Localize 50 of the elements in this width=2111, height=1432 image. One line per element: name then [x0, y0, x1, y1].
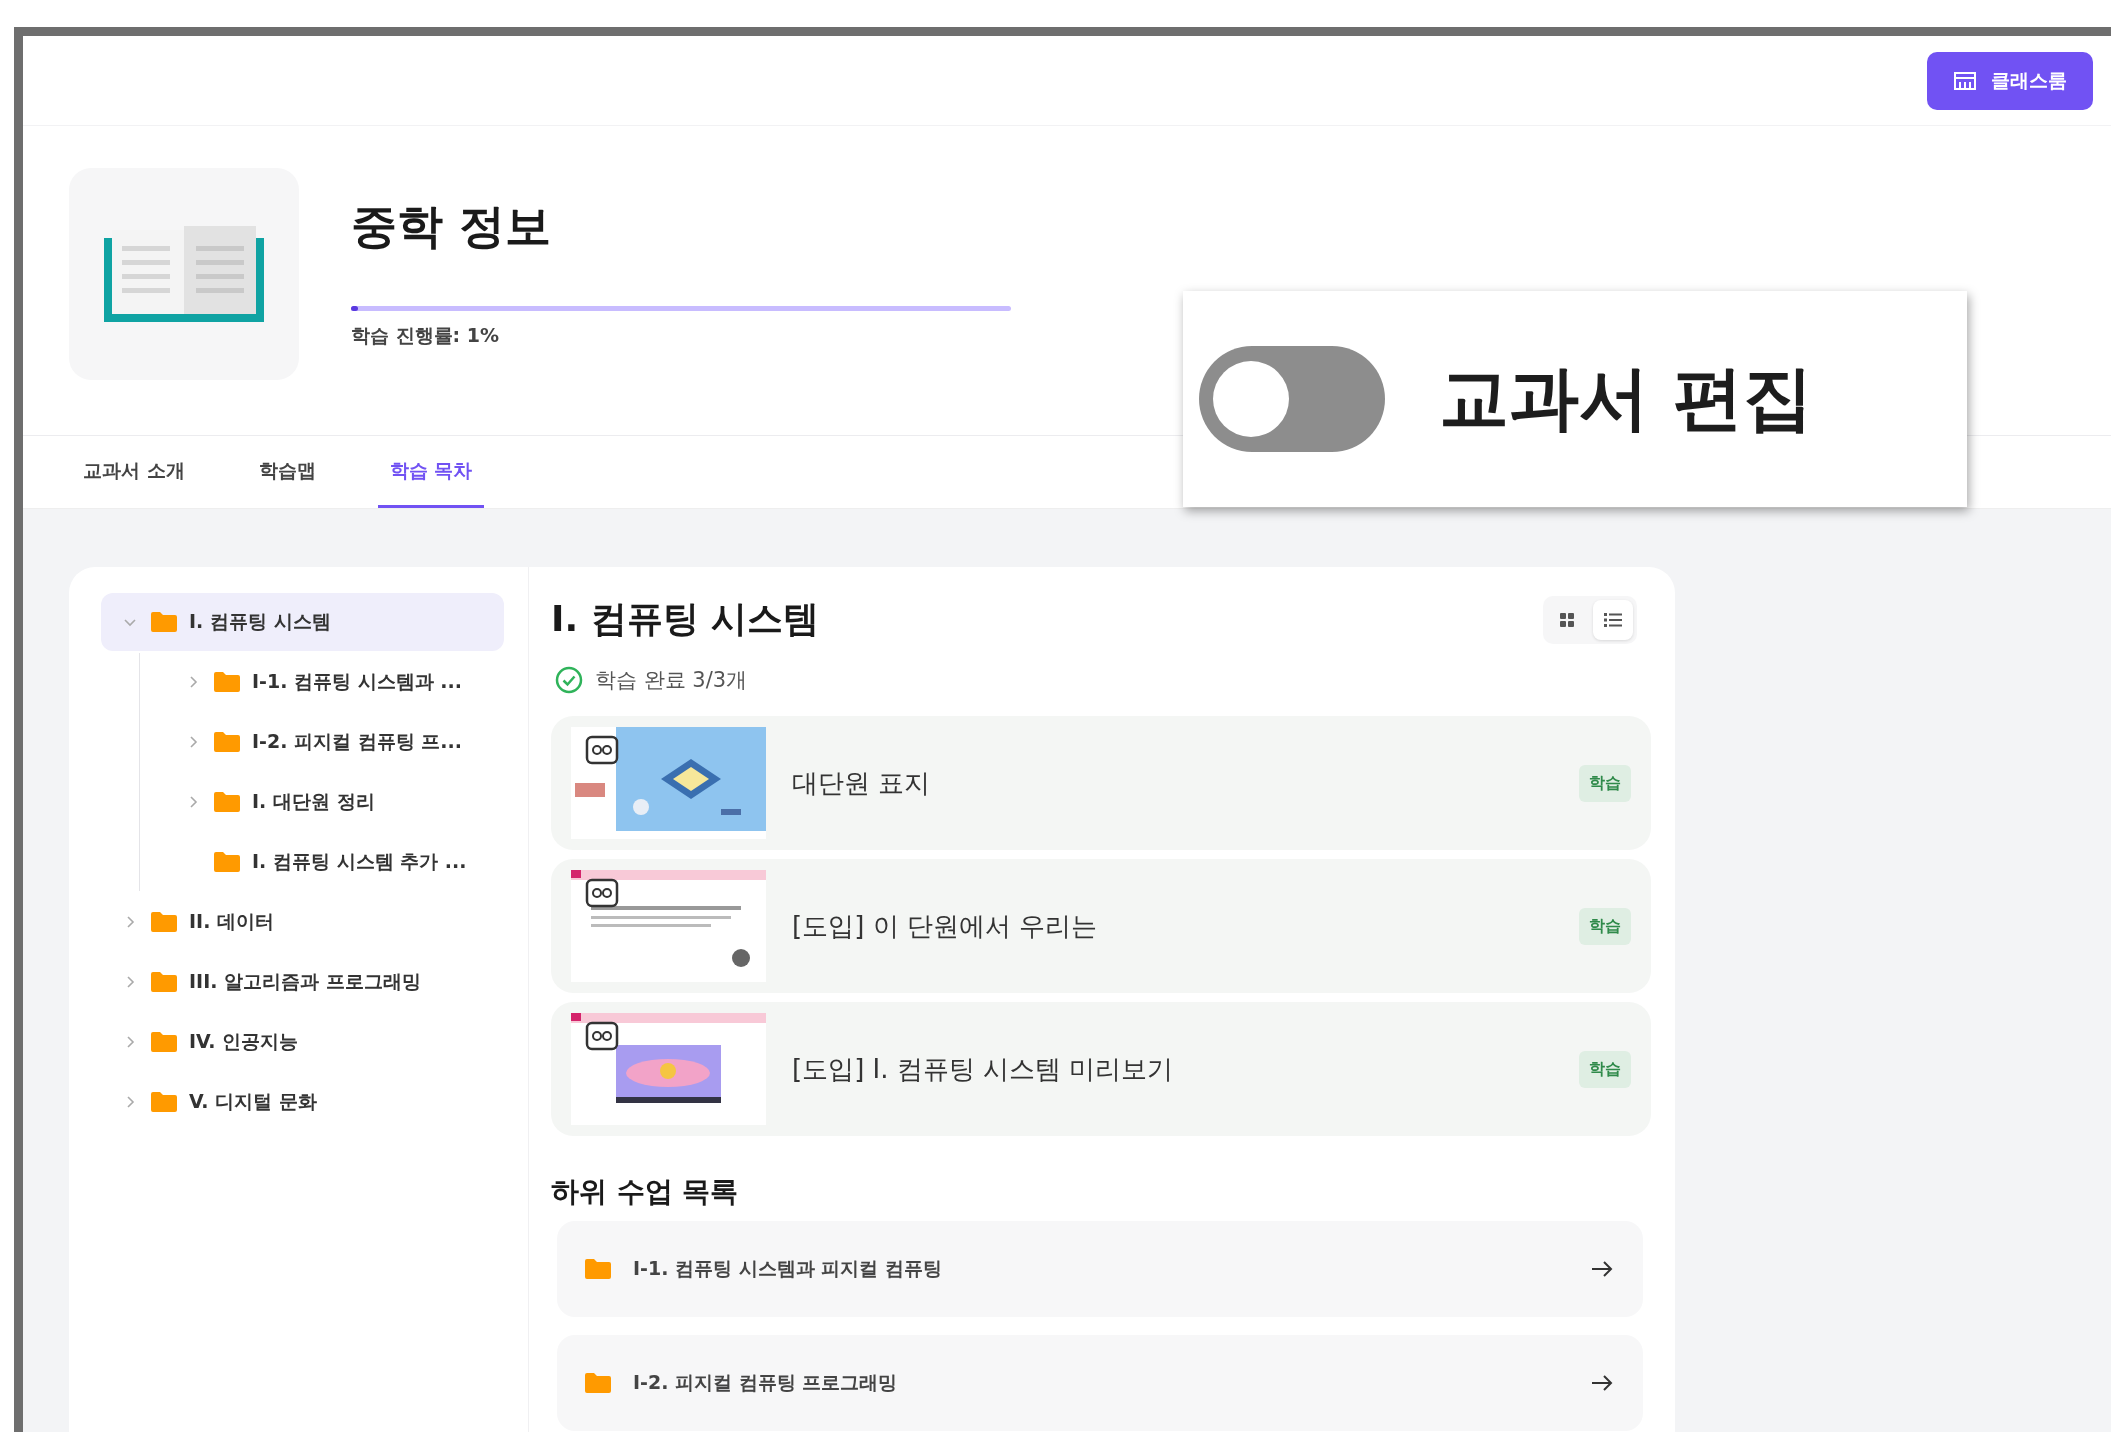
lesson-badge: 학습 — [1579, 907, 1631, 945]
folder-icon — [214, 672, 240, 692]
sub-lesson-item[interactable]: I-2. 피지컬 컴퓨팅 프로그래밍 — [557, 1335, 1643, 1431]
lesson-title: [도입] I. 컴퓨팅 시스템 미리보기 — [792, 1052, 1175, 1086]
lesson-title: 대단원 표지 — [792, 766, 932, 800]
folder-icon — [151, 972, 177, 992]
tree-item[interactable]: IV. 인공지능 — [101, 1013, 504, 1071]
tree-item[interactable]: III. 알고리즘과 프로그래밍 — [101, 953, 504, 1011]
view-mode-button[interactable] — [1593, 599, 1633, 640]
tree-item[interactable]: I-2. 피지컬 컴퓨팅 프... — [140, 713, 504, 771]
classroom-button[interactable]: 클래스룸 — [1927, 51, 2093, 110]
sub-lesson-label: I-1. 컴퓨팅 시스템과 피지컬 컴퓨팅 — [633, 1256, 943, 1281]
sub-lessons-heading: 하위 수업 목록 — [551, 1174, 740, 1210]
grid-view-icon — [1559, 611, 1575, 628]
folder-icon — [585, 1373, 611, 1393]
textbook-title: 중학 정보 — [351, 198, 552, 255]
progress-label: 학습 진행률: 1% — [351, 323, 501, 348]
arrow-right-icon — [1591, 1260, 1613, 1278]
tree-item[interactable]: I-1. 컴퓨팅 시스템과 ... — [140, 653, 504, 711]
completion-status: 학습 완료 3/3개 — [595, 667, 748, 694]
section-title: I. 컴퓨팅 시스템 — [551, 597, 820, 641]
sub-lesson-item[interactable]: I-1. 컴퓨팅 시스템과 피지컬 컴퓨팅 — [557, 1221, 1643, 1317]
lesson-badge: 학습 — [1579, 764, 1631, 802]
tree-item[interactable]: I. 컴퓨팅 시스템 — [101, 593, 504, 651]
tree-item[interactable]: V. 디지털 문화 — [101, 1073, 504, 1131]
tree-item[interactable]: I. 대단원 정리 — [140, 773, 504, 831]
folder-icon — [151, 1032, 177, 1052]
building-icon — [1953, 70, 1977, 91]
tree-item[interactable]: II. 데이터 — [101, 893, 504, 951]
list-view-icon — [1604, 611, 1622, 628]
lesson-badge: 학습 — [1579, 1050, 1631, 1088]
folder-icon — [214, 852, 240, 872]
folder-icon — [214, 732, 240, 752]
folder-icon — [585, 1259, 611, 1279]
lesson-title: [도입] 이 단원에서 우리는 — [792, 909, 1099, 943]
folder-icon — [214, 792, 240, 812]
tree-item[interactable]: I. 컴퓨팅 시스템 추가 ... — [140, 833, 504, 891]
lesson-card[interactable]: [도입] 이 단원에서 우리는 학습 — [551, 859, 1651, 993]
check-circle-icon — [555, 666, 583, 694]
lesson-card[interactable]: [도입] I. 컴퓨팅 시스템 미리보기 학습 — [551, 1002, 1651, 1136]
tab[interactable]: 학습맵 — [246, 436, 328, 508]
sub-lesson-label: I-2. 피지컬 컴퓨팅 프로그래밍 — [633, 1370, 899, 1395]
book-icon — [104, 226, 264, 322]
folder-icon — [151, 912, 177, 932]
folder-icon — [151, 1092, 177, 1112]
arrow-right-icon — [1591, 1374, 1613, 1392]
tab[interactable]: 교과서 소개 — [71, 436, 197, 508]
lesson-card[interactable]: 대단원 표지 학습 — [551, 716, 1651, 850]
edit-toggle-label: 교과서 편집 — [1439, 356, 1814, 441]
folder-icon — [151, 612, 177, 632]
